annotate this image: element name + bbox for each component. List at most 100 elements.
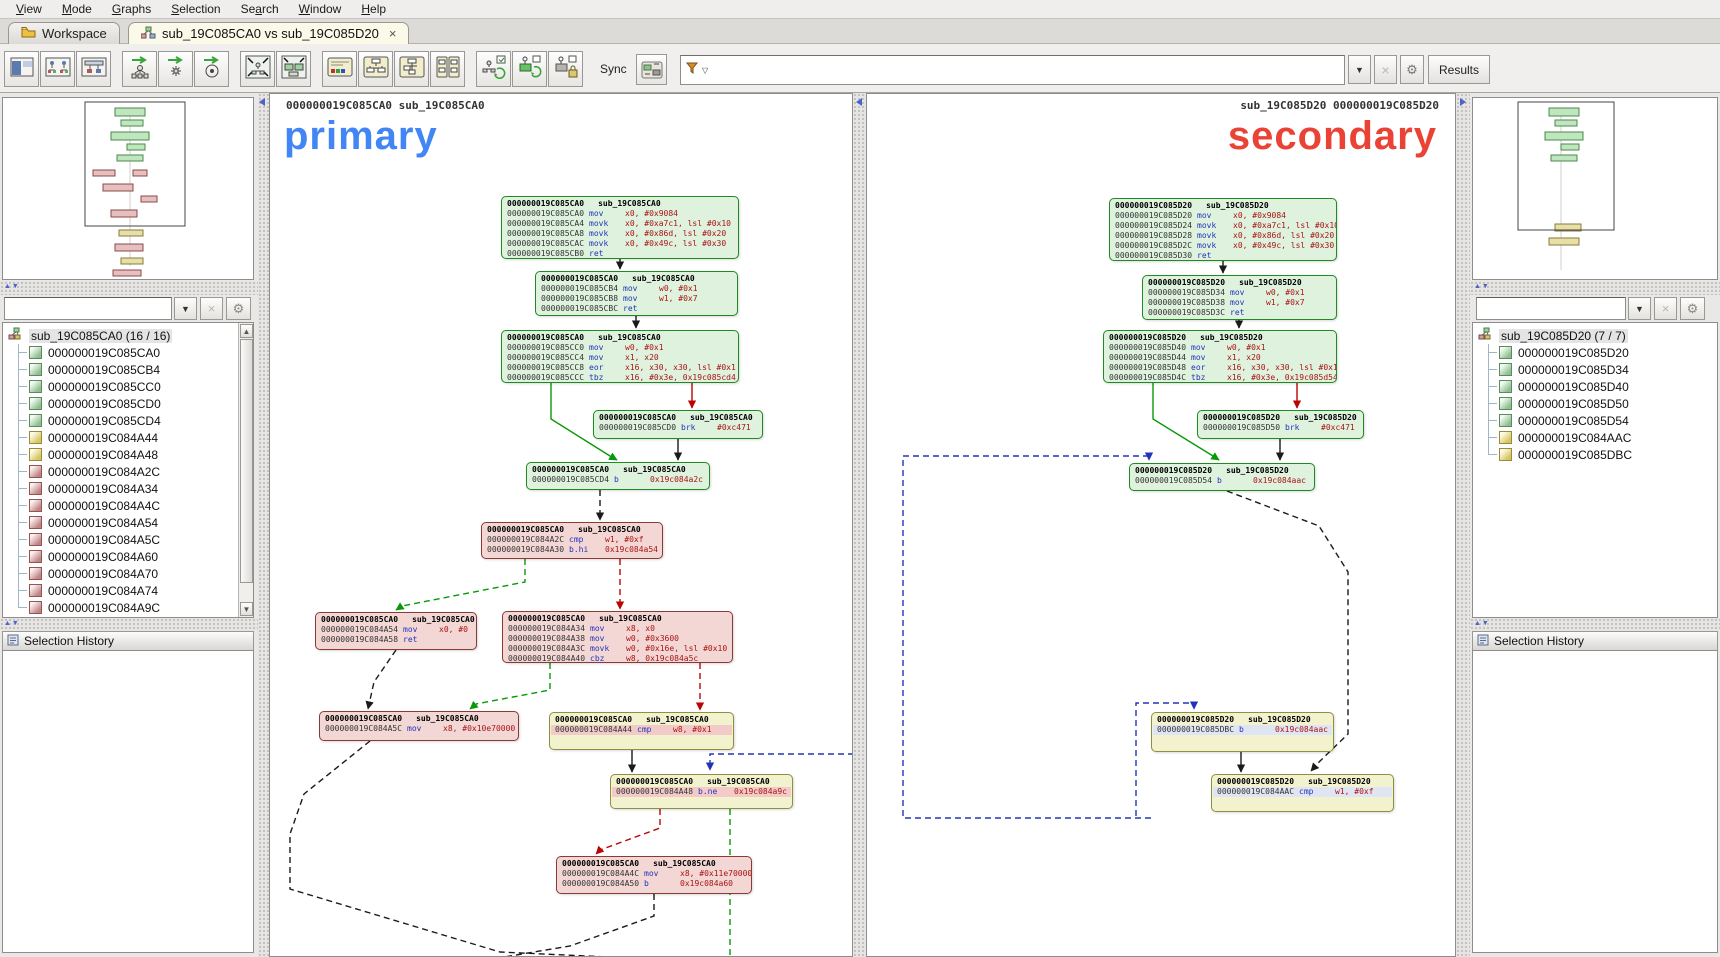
secondary-graph-panel[interactable]: sub_19C085D20 000000019C085D20 secondary… (866, 93, 1456, 957)
btn-auto-layout[interactable] (476, 51, 511, 87)
basic-block-node[interactable]: 000000019C085CA0sub_19C085CA0000000019C0… (535, 271, 738, 316)
basic-block-node[interactable]: 000000019C085D20sub_19C085D20000000019C0… (1151, 712, 1334, 752)
primary-tree-root[interactable]: sub_19C085CA0 (16 / 16) (5, 327, 235, 344)
tree-item[interactable]: 000000019C084A44 (5, 429, 235, 446)
menu-help[interactable]: Help (351, 1, 396, 17)
basic-block-node[interactable]: 000000019C085D20sub_19C085D20000000019C0… (1129, 463, 1315, 491)
btn-graph-view[interactable] (40, 51, 75, 87)
tree-item[interactable]: 000000019C084A5C (5, 531, 235, 548)
tree-item[interactable]: 000000019C085D40 (1475, 378, 1705, 395)
filter-dropdown-button[interactable]: ▼ (1348, 55, 1371, 84)
tab-diff-active[interactable]: sub_19C085CA0 vs sub_19C085D20 × (128, 22, 409, 44)
basic-block-node[interactable]: 000000019C085CA0sub_19C085CA0000000019C0… (549, 712, 734, 750)
left-filter-input[interactable] (4, 297, 172, 320)
btn-sync-views[interactable] (636, 54, 667, 85)
basic-block-node[interactable]: 000000019C085CA0sub_19C085CA0000000019C0… (593, 410, 763, 439)
tree-item[interactable]: 000000019C085CD0 (5, 395, 235, 412)
tab-workspace[interactable]: Workspace (8, 22, 120, 44)
btn-hierarchic-layout[interactable] (358, 51, 393, 87)
left-filter-clear-button[interactable]: × (200, 297, 223, 320)
secondary-overview-minimap[interactable] (1472, 97, 1718, 280)
collapse-middle-icon[interactable] (856, 98, 862, 106)
menu-view[interactable]: View (6, 1, 52, 17)
scroll-up-icon[interactable]: ▲ (240, 324, 253, 338)
btn-node-info[interactable] (322, 51, 357, 87)
left-hsplitter2[interactable] (0, 618, 258, 631)
tree-item[interactable]: 000000019C084A2C (5, 463, 235, 480)
right-filter-input[interactable] (1476, 297, 1626, 320)
tree-item[interactable]: 000000019C085CC0 (5, 378, 235, 395)
collapse-left-icon[interactable] (259, 98, 265, 106)
left-filter-settings-button[interactable]: ⚙ (226, 297, 251, 320)
right-filter-clear-button[interactable]: × (1654, 297, 1677, 320)
basic-block-node[interactable]: 000000019C085CA0sub_19C085CA0000000019C0… (481, 522, 663, 559)
right-hsplitter2[interactable] (1470, 618, 1720, 631)
basic-block-node[interactable]: 000000019C085CA0sub_19C085CA0000000019C0… (526, 462, 710, 490)
basic-block-node[interactable]: 000000019C085CA0sub_19C085CA0000000019C0… (502, 611, 733, 663)
btn-circular-layout[interactable] (430, 51, 465, 87)
right-filter-dropdown-button[interactable]: ▼ (1628, 297, 1651, 320)
main-filter-combobox[interactable]: ▽ (680, 55, 1345, 85)
right-hsplitter-arrows-icon[interactable]: ▲▼ (1474, 283, 1490, 290)
basic-block-node[interactable]: 000000019C085D20sub_19C085D20000000019C0… (1109, 198, 1337, 261)
right-filter-settings-button[interactable]: ⚙ (1680, 297, 1705, 320)
tree-item[interactable]: 000000019C084A34 (5, 480, 235, 497)
left-hsplitter2-arrows-icon[interactable]: ▲▼ (4, 620, 20, 627)
menu-selection[interactable]: Selection (161, 1, 230, 17)
menu-mode[interactable]: Mode (52, 1, 102, 17)
basic-block-node[interactable]: 000000019C085CA0sub_19C085CA0000000019C0… (501, 330, 739, 383)
basic-block-node[interactable]: 000000019C085D20sub_19C085D20000000019C0… (1197, 410, 1364, 439)
primary-graph-panel[interactable]: 000000019C085CA0 sub_19C085CA0 primary 0… (269, 93, 853, 957)
splitter-right[interactable] (1456, 93, 1470, 957)
basic-block-node[interactable]: 000000019C085CA0sub_19C085CA0000000019C0… (501, 196, 739, 259)
filter-settings-button[interactable]: ⚙ (1400, 55, 1424, 84)
btn-follow-node[interactable] (194, 51, 229, 87)
tree-item[interactable]: 000000019C085CA0 (5, 344, 235, 361)
btn-proximity-browsing[interactable] (122, 51, 157, 87)
tree-item[interactable]: 000000019C084A9C (5, 599, 235, 616)
secondary-tree-root[interactable]: sub_19C085D20 (7 / 7) (1475, 327, 1705, 344)
tab-close-icon[interactable]: × (389, 26, 397, 41)
tree-item[interactable]: 000000019C085CD4 (5, 412, 235, 429)
basic-block-node[interactable]: 000000019C085D20sub_19C085D20000000019C0… (1103, 330, 1337, 383)
btn-flowgraph-view[interactable] (76, 51, 111, 87)
basic-block-node[interactable]: 000000019C085D20sub_19C085D20000000019C0… (1142, 275, 1337, 320)
basic-block-node[interactable]: 000000019C085CA0sub_19C085CA0000000019C0… (556, 856, 752, 894)
btn-sync-selection[interactable] (512, 51, 547, 87)
filter-clear-button[interactable]: × (1374, 55, 1397, 84)
basic-block-node[interactable]: 000000019C085CA0sub_19C085CA0000000019C0… (319, 711, 519, 741)
left-hsplitter-arrows-icon[interactable]: ▲▼ (4, 283, 20, 290)
left-filter-dropdown-button[interactable]: ▼ (174, 297, 197, 320)
tree-item[interactable]: 000000019C085D54 (1475, 412, 1705, 429)
basic-block-node[interactable]: 000000019C085CA0sub_19C085CA0000000019C0… (610, 774, 793, 809)
btn-fit-both[interactable] (276, 51, 311, 87)
results-button[interactable]: Results (1428, 55, 1490, 84)
btn-orthogonal-layout[interactable] (394, 51, 429, 87)
collapse-right-icon[interactable] (1460, 98, 1466, 106)
tree-item[interactable]: 000000019C084A74 (5, 582, 235, 599)
right-hsplitter2-arrows-icon[interactable]: ▲▼ (1474, 620, 1490, 627)
btn-lock-selection[interactable] (548, 51, 583, 87)
tree-item[interactable]: 000000019C084A60 (5, 548, 235, 565)
splitter-left[interactable] (258, 93, 269, 957)
basic-block-node[interactable]: 000000019C085D20sub_19C085D20000000019C0… (1211, 774, 1394, 812)
tree-item[interactable]: 000000019C084A4C (5, 497, 235, 514)
btn-fit-graph[interactable] (240, 51, 275, 87)
tree-item[interactable]: 000000019C084A54 (5, 514, 235, 531)
tree-item[interactable]: 000000019C084A70 (5, 565, 235, 582)
tree-item[interactable]: 000000019C085D20 (1475, 344, 1705, 361)
tree-item[interactable]: 000000019C084A48 (5, 446, 235, 463)
tree-item[interactable]: 000000019C085CB4 (5, 361, 235, 378)
basic-block-node[interactable]: 000000019C085CA0sub_19C085CA0000000019C0… (315, 612, 477, 650)
menu-window[interactable]: Window (289, 1, 352, 17)
tree-item[interactable]: 000000019C084AAC (1475, 429, 1705, 446)
right-hsplitter[interactable] (1470, 281, 1720, 295)
menu-search[interactable]: Search (231, 1, 289, 17)
tree-item[interactable]: 000000019C085D34 (1475, 361, 1705, 378)
btn-split-view[interactable] (4, 51, 39, 87)
tree-item[interactable]: 000000019C085DBC (1475, 446, 1705, 463)
primary-overview-minimap[interactable] (2, 97, 254, 280)
left-hsplitter[interactable] (0, 281, 258, 295)
scroll-down-icon[interactable]: ▼ (240, 602, 253, 616)
tree-item[interactable]: 000000019C085D50 (1475, 395, 1705, 412)
